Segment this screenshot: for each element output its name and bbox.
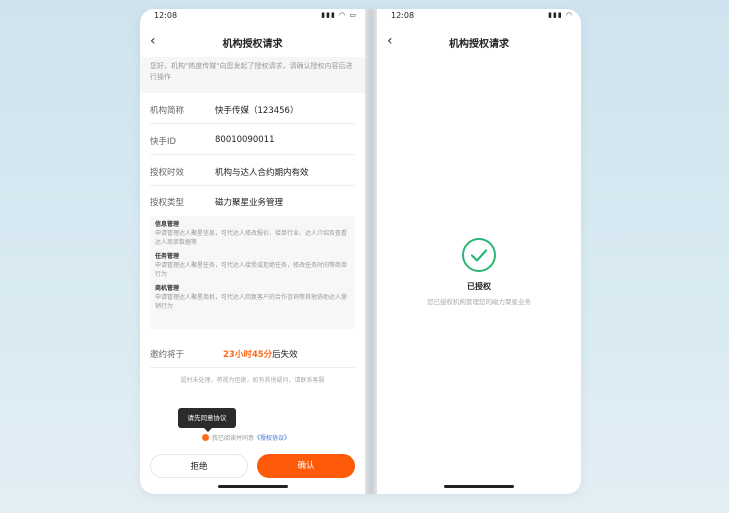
permission-block: 任务管理 申请管理达人聚星任务，可代达人接受或拒绝任务，修改任务时间等商单行为 bbox=[155, 252, 350, 279]
permission-details: 信息管理 申请管理达人聚星信息，可代达人修改报价、接单行业、达人介绍及查看达人商… bbox=[150, 216, 355, 329]
signal-wifi-battery-icon: ▮▮▮ ◠ ▭ bbox=[321, 11, 357, 19]
status-bar: 12:08 ▮▮▮ ◠ bbox=[377, 11, 581, 23]
row-value: 机构与达人合约期内有效 bbox=[215, 168, 309, 178]
row-label: 授权类型 bbox=[150, 198, 185, 208]
status-time: 12:08 bbox=[154, 11, 178, 20]
permission-block: 商机管理 申请管理达人聚星商机，可代达人回复客户的合作咨询等其他协助达人营销行为 bbox=[155, 284, 350, 311]
agree-first-tooltip: 请先同意协议 bbox=[178, 408, 236, 432]
check-circle-icon bbox=[461, 237, 497, 273]
status-bar: 12:08 ▮▮▮ ◠ ▭ bbox=[140, 11, 365, 23]
row-value: 磁力聚星业务管理 bbox=[215, 198, 284, 208]
row-org-name: 机构简称 快手传媒（123456） bbox=[150, 95, 355, 124]
row-kuaishou-id: 快手ID 80010090011 bbox=[150, 126, 355, 155]
confirm-button[interactable]: 确认 bbox=[257, 454, 355, 478]
row-value: 快手传媒（123456） bbox=[215, 106, 299, 116]
agreement-row[interactable]: 我已阅读并同意《授权协议》 bbox=[202, 433, 290, 442]
row-auth-duration: 授权时效 机构与达人合约期内有效 bbox=[150, 157, 355, 186]
success-state: 已授权 您已授权机构管理您的磁力聚星业务 bbox=[377, 237, 581, 306]
permission-desc: 申请管理达人聚星商机，可代达人回复客户的合作咨询等其他协助达人营销行为 bbox=[155, 294, 348, 310]
status-time: 12:08 bbox=[391, 11, 415, 20]
expiry-suffix: 后失效 bbox=[272, 350, 298, 360]
auth-success-screen: 12:08 ▮▮▮ ◠ ‹ 机构授权请求 已授权 您已授权机构管理您的磁力聚星业… bbox=[377, 9, 581, 494]
nav-bar: ‹ 机构授权请求 bbox=[377, 31, 581, 53]
home-indicator[interactable] bbox=[217, 485, 288, 488]
permission-desc: 申请管理达人聚星任务，可代达人接受或拒绝任务，修改任务时间等商单行为 bbox=[155, 262, 348, 278]
page-title: 机构授权请求 bbox=[449, 39, 509, 50]
agreement-text: 我已阅读并同意 bbox=[212, 435, 255, 442]
expiry-countdown: 23小时45分 bbox=[223, 350, 273, 360]
success-subtitle: 您已授权机构管理您的磁力聚星业务 bbox=[427, 298, 531, 306]
permission-title: 商机管理 bbox=[155, 285, 180, 292]
row-label: 机构简称 bbox=[150, 106, 185, 116]
row-label: 授权时效 bbox=[150, 168, 185, 178]
signal-icon: ▮▮▮ ◠ bbox=[548, 11, 573, 19]
home-indicator[interactable] bbox=[444, 485, 514, 488]
row-auth-type: 授权类型 磁力聚星业务管理 bbox=[150, 187, 355, 215]
nav-bar: ‹ 机构授权请求 bbox=[140, 31, 365, 53]
row-label: 快手ID bbox=[150, 137, 177, 147]
expiry-value: 23小时45分后失效 bbox=[223, 348, 298, 360]
permission-title: 任务管理 bbox=[155, 253, 180, 260]
invite-expiry-row: 邀约将于 23小时45分后失效 bbox=[150, 341, 355, 368]
expiry-label: 邀约将于 bbox=[150, 350, 185, 360]
permission-desc: 申请管理达人聚星信息，可代达人修改报价、接单行业、达人介绍及查看达人商单数据等 bbox=[155, 230, 348, 246]
phone-frame: 12:08 ▮▮▮ ◠ ▭ ‹ 机构授权请求 您好，机构"热度传媒"向您发起了授… bbox=[140, 9, 581, 494]
reject-button[interactable]: 拒绝 bbox=[150, 454, 248, 478]
permission-title: 信息管理 bbox=[155, 221, 180, 228]
success-title: 已授权 bbox=[467, 282, 491, 291]
screen-divider bbox=[365, 9, 377, 494]
auth-request-screen: 12:08 ▮▮▮ ◠ ▭ ‹ 机构授权请求 您好，机构"热度传媒"向您发起了授… bbox=[140, 9, 365, 494]
notice-banner: 您好，机构"热度传媒"向您发起了授权请求，请确认授权内容后进行操作 bbox=[140, 57, 365, 93]
permission-block: 信息管理 申请管理达人聚星信息，可代达人修改报价、接单行业、达人介绍及查看达人商… bbox=[155, 220, 350, 247]
agreement-link[interactable]: 《授权协议》 bbox=[254, 435, 290, 442]
page-title: 机构授权请求 bbox=[222, 39, 283, 50]
timeout-hint: 超时未处理，将视为拒绝，如有其他疑问，请联系客服 bbox=[180, 377, 325, 384]
row-value: 80010090011 bbox=[215, 135, 275, 145]
agreement-checkbox[interactable] bbox=[202, 434, 209, 441]
